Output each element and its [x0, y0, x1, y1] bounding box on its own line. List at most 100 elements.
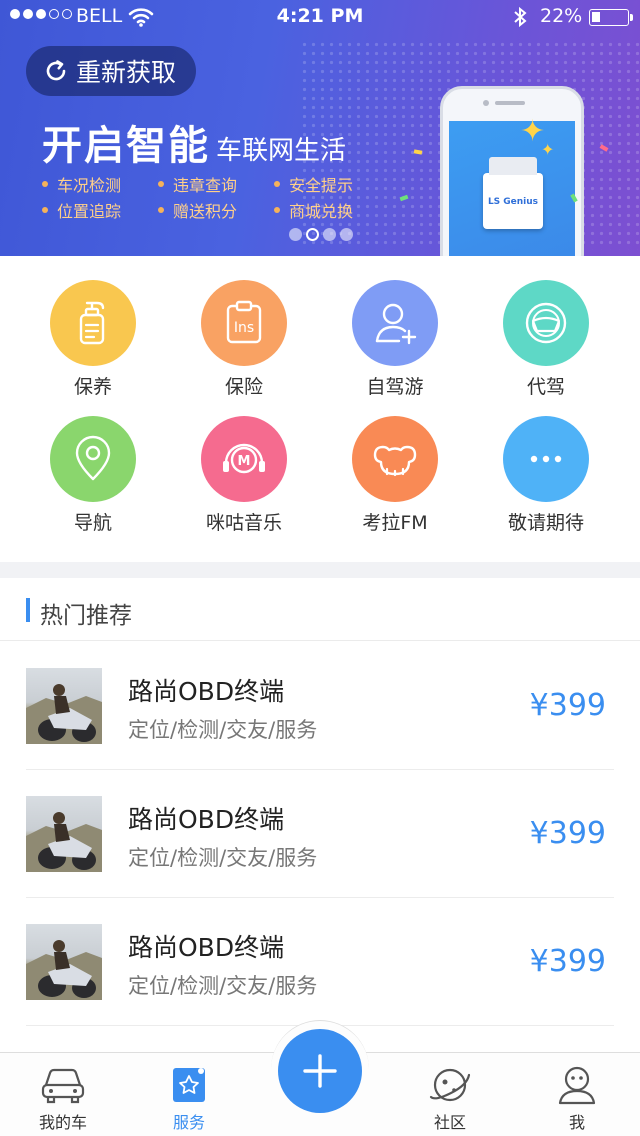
service-label: 敬请期待 — [507, 512, 584, 534]
service-label: 考拉FM — [362, 512, 428, 534]
promo-banner[interactable]: BELL 4:21 PM 22% 重新获取 开启智能 车联网生活 车况检测 违章查… — [0, 0, 640, 256]
product-desc: 定位/检测/交友/服务 — [128, 846, 318, 870]
motorcycle-rider-image — [26, 812, 102, 872]
tab-label: 我 — [568, 1113, 585, 1132]
hot-section-header: 热门推荐 — [0, 578, 640, 641]
koala-icon — [373, 445, 417, 477]
service-designated-driver[interactable]: 代驾 — [471, 280, 621, 399]
service-designated-driver-circle — [503, 280, 589, 366]
product-item[interactable]: 路尚OBD终端 定位/检测/交友/服务 ¥399 — [26, 770, 614, 898]
obd-device-illustration: LS Genius — [483, 157, 543, 229]
banner-feature-list: 车况检测 违章查询 安全提示 位置追踪 赠送积分 商城兑换 — [42, 172, 382, 222]
service-ticket-icon — [173, 1068, 205, 1102]
section-accent-bar — [26, 598, 30, 622]
insurance-clipboard-icon: Ins — [226, 300, 262, 344]
service-maintenance-circle — [50, 280, 136, 366]
feature-item: 违章查询 — [158, 172, 274, 196]
steering-wheel-icon — [525, 302, 567, 344]
service-label: 自驾游 — [366, 376, 424, 398]
service-koala-fm[interactable]: 考拉FM — [320, 416, 470, 535]
planet-icon — [429, 1068, 471, 1102]
tab-me[interactable]: 我 — [527, 1053, 627, 1136]
sparkle-icon: ✦ — [541, 140, 555, 159]
product-name: 路尚OBD终端 — [128, 933, 285, 962]
tab-my-car[interactable]: 我的车 — [13, 1053, 113, 1136]
battery-icon — [589, 9, 633, 26]
service-migu-music[interactable]: M 咪咕音乐 — [169, 416, 319, 535]
service-coming-soon[interactable]: 敬请期待 — [471, 416, 621, 535]
product-thumbnail — [26, 668, 102, 744]
profile-icon — [558, 1066, 596, 1105]
service-label: 咪咕音乐 — [205, 512, 282, 534]
section-title: 热门推荐 — [40, 603, 132, 629]
service-maintenance[interactable]: 保养 — [18, 280, 168, 399]
banner-title: 开启智能 车联网生活 — [42, 113, 346, 171]
bluetooth-icon — [514, 6, 527, 28]
pager-dot-active[interactable] — [306, 228, 319, 241]
product-price: ¥399 — [529, 816, 606, 851]
pager-dot[interactable] — [340, 228, 353, 241]
product-desc: 定位/检测/交友/服务 — [128, 718, 318, 742]
service-koala-fm-circle — [352, 416, 438, 502]
phone-screen: LS Genius — [449, 121, 575, 256]
service-insurance[interactable]: Ins 保险 — [169, 280, 319, 399]
svg-text:Ins: Ins — [234, 320, 254, 336]
motorcycle-rider-image — [26, 940, 102, 1000]
service-navigation[interactable]: 导航 — [18, 416, 168, 535]
svg-text:M: M — [238, 454, 251, 469]
sanitizer-bottle-icon — [79, 301, 105, 345]
add-button[interactable] — [278, 1029, 362, 1113]
service-label: 导航 — [73, 512, 112, 534]
car-icon — [41, 1068, 85, 1104]
device-label: LS Genius — [487, 197, 539, 207]
feature-item: 安全提示 — [274, 172, 390, 196]
service-road-trip[interactable]: 自驾游 — [320, 280, 470, 399]
more-dots-icon — [530, 455, 562, 463]
product-price: ¥399 — [529, 688, 606, 723]
product-desc: 定位/检测/交友/服务 — [128, 974, 318, 998]
service-label: 保险 — [224, 376, 263, 398]
tab-label: 我的车 — [38, 1113, 87, 1132]
product-item[interactable]: 路尚OBD终端 定位/检测/交友/服务 ¥399 — [26, 642, 614, 770]
banner-title-small: 车联网生活 — [216, 136, 347, 166]
tab-label: 社区 — [433, 1113, 466, 1132]
music-headphones-icon: M — [223, 443, 265, 474]
location-pin-icon — [75, 435, 111, 481]
feature-item: 赠送积分 — [158, 198, 274, 222]
battery-percent: 22% — [540, 5, 583, 27]
product-price: ¥399 — [529, 944, 606, 979]
service-label: 代驾 — [526, 376, 565, 398]
product-name: 路尚OBD终端 — [128, 805, 285, 834]
feature-item: 车况检测 — [42, 172, 158, 196]
add-person-icon — [375, 303, 417, 345]
service-migu-music-circle: M — [201, 416, 287, 502]
service-navigation-circle — [50, 416, 136, 502]
feature-item: 商城兑换 — [274, 198, 390, 222]
section-divider — [0, 562, 640, 578]
plus-icon — [303, 1054, 337, 1088]
phone-camera — [483, 100, 489, 106]
product-name: 路尚OBD终端 — [128, 677, 285, 706]
banner-title-big: 开启智能 — [42, 123, 210, 169]
product-thumbnail — [26, 796, 102, 872]
tab-label: 服务 — [172, 1113, 205, 1132]
motorcycle-rider-image — [26, 684, 102, 744]
service-coming-soon-circle — [503, 416, 589, 502]
product-item[interactable]: 路尚OBD终端 定位/检测/交友/服务 ¥399 — [26, 898, 614, 1026]
feature-item: 位置追踪 — [42, 198, 158, 222]
refresh-label: 重新获取 — [76, 58, 177, 87]
pager-dot[interactable] — [289, 228, 302, 241]
status-bar: BELL 4:21 PM 22% — [0, 0, 640, 36]
phone-illustration: LS Genius — [440, 86, 584, 256]
tab-service[interactable]: 服务 — [139, 1053, 239, 1136]
service-grid: 保养 Ins 保险 自驾游 代驾 导航 M 咪咕音乐 考拉FM 敬请期待 — [0, 256, 640, 562]
refresh-icon — [46, 60, 66, 81]
banner-pager[interactable] — [289, 228, 353, 241]
product-thumbnail — [26, 924, 102, 1000]
pager-dot[interactable] — [323, 228, 336, 241]
service-road-trip-circle — [352, 280, 438, 366]
service-label: 保养 — [73, 376, 112, 398]
tab-community[interactable]: 社区 — [400, 1053, 500, 1136]
service-insurance-circle: Ins — [201, 280, 287, 366]
refresh-button[interactable]: 重新获取 — [26, 46, 196, 96]
